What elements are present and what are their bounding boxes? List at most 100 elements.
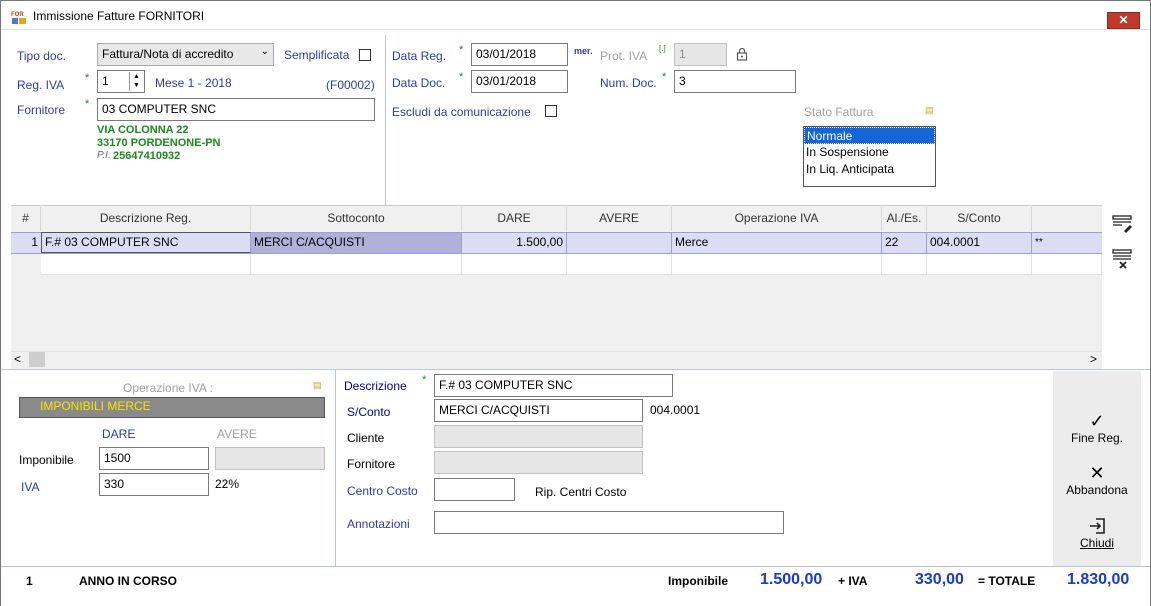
cliente-label: Cliente: [347, 431, 385, 445]
empty-cell[interactable]: [41, 254, 251, 275]
footer-totale-label: = TOTALE: [978, 574, 1036, 588]
col-header-num[interactable]: #: [11, 207, 41, 231]
annotazioni-input[interactable]: [434, 511, 784, 534]
scroll-left-icon[interactable]: <: [14, 352, 21, 366]
iva-percent: 22%: [215, 477, 240, 491]
tipo-doc-value: Fattura/Nota di accredito: [102, 47, 234, 61]
col-header-dare[interactable]: DARE: [462, 207, 567, 231]
fornitore-lower-input[interactable]: [434, 451, 643, 474]
chiudi-button[interactable]: Chiudi: [1053, 516, 1141, 550]
title-bar: FOR Immissione Fatture FORNITORI ✕: [1, 1, 1150, 30]
data-doc-input[interactable]: 03/01/2018: [471, 70, 568, 93]
stato-fattura-list[interactable]: Normale In Sospensione In Liq. Anticipat…: [803, 126, 936, 187]
edit-row-icon[interactable]: [1112, 215, 1134, 233]
required-star: *: [85, 98, 90, 110]
stato-option-normale[interactable]: Normale: [804, 127, 935, 144]
sconto-code: 004.0001: [650, 403, 701, 417]
col-header-sconto[interactable]: S/Conto: [927, 207, 1032, 231]
footer-imponibile-label: Imponibile: [668, 574, 728, 588]
cell-dare[interactable]: 1.500,00: [462, 233, 567, 253]
prot-iva-input[interactable]: 1: [674, 43, 727, 66]
imponibile-dare-input[interactable]: 1500: [99, 447, 209, 470]
imponibile-label: Imponibile: [19, 453, 74, 467]
divider: [335, 370, 336, 566]
check-icon: ✓: [1089, 411, 1105, 431]
empty-cell[interactable]: [927, 254, 1032, 275]
footer-imponibile-value: 1.500,00: [760, 571, 823, 588]
required-star: *: [459, 44, 464, 56]
required-star: *: [422, 374, 427, 386]
fornitore-code: (F00002): [326, 78, 375, 92]
footer-iva-label: + IVA: [838, 574, 868, 588]
num-doc-input[interactable]: 3: [674, 70, 796, 93]
cell-aliquota[interactable]: 22: [882, 233, 927, 253]
data-reg-label: Data Reg.: [392, 49, 447, 63]
stato-fattura-label: Stato Fattura: [804, 105, 874, 119]
empty-cell[interactable]: [462, 254, 567, 275]
close-icon: ✕: [1089, 463, 1105, 483]
delete-row-icon[interactable]: [1112, 249, 1134, 269]
bracket-icon: [.]: [659, 44, 666, 53]
descrizione-input[interactable]: F.# 03 COMPUTER SNC: [434, 374, 673, 397]
scroll-right-icon[interactable]: >: [1090, 352, 1097, 366]
avere-label: AVERE: [217, 427, 257, 441]
stato-option-sospensione[interactable]: In Sospensione: [804, 144, 935, 161]
reg-iva-label: Reg. IVA: [17, 78, 65, 92]
mese-text: Mese 1 - 2018: [155, 76, 232, 90]
num-doc-label: Num. Doc.: [600, 76, 657, 90]
empty-cell[interactable]: [882, 254, 927, 275]
row-number: 1: [31, 235, 38, 249]
col-header-aliquota[interactable]: Al./Es.: [882, 207, 927, 231]
required-star: *: [85, 72, 90, 84]
horizontal-scrollbar[interactable]: [11, 351, 1102, 368]
empty-cell[interactable]: [672, 254, 882, 275]
imponibile-avere-input[interactable]: [215, 447, 325, 470]
col-header-descrizione[interactable]: Descrizione Reg.: [41, 207, 251, 231]
stato-option-liq-anticipata[interactable]: In Liq. Anticipata: [804, 161, 935, 178]
reg-iva-value: 1: [102, 74, 109, 88]
cell-sottoconto[interactable]: MERCI C/ACQUISTI: [251, 233, 462, 253]
cell-operazione[interactable]: Merce: [672, 233, 882, 253]
fine-reg-button[interactable]: ✓ Fine Reg.: [1053, 411, 1141, 445]
footer-iva-value: 330,00: [915, 571, 964, 588]
cell-descrizione[interactable]: F.# 03 COMPUTER SNC: [41, 232, 251, 253]
iva-label: IVA: [21, 480, 40, 494]
piva-value: 25647410932: [113, 150, 181, 162]
escludi-checkbox[interactable]: [545, 105, 557, 117]
cell-sconto[interactable]: 004.0001: [927, 233, 1032, 253]
centro-costo-input[interactable]: [434, 478, 515, 501]
fornitore-lower-label: Fornitore: [347, 457, 396, 471]
annotazioni-label: Annotazioni: [347, 517, 410, 531]
descrizione-label: Descrizione: [344, 379, 407, 393]
sconto-label: S/Conto: [347, 405, 391, 419]
fornitore-input[interactable]: 03 COMPUTER SNC: [97, 98, 375, 121]
cliente-input[interactable]: [434, 425, 643, 448]
required-star: *: [459, 71, 464, 83]
reg-iva-spinner[interactable]: 1 ▲ ▼: [97, 70, 145, 93]
col-header-avere[interactable]: AVERE: [567, 207, 672, 231]
scrollbar-thumb[interactable]: [29, 352, 45, 367]
data-reg-input[interactable]: 03/01/2018: [471, 43, 568, 66]
footer-totale-value: 1.830,00: [1067, 571, 1130, 588]
close-window-button[interactable]: ✕: [1107, 12, 1140, 29]
tipo-doc-select[interactable]: Fattura/Nota di accredito ⌄: [97, 43, 274, 66]
rip-centri-costo-link[interactable]: Rip. Centri Costo: [535, 485, 626, 499]
col-header-sottoconto[interactable]: Sottoconto: [251, 207, 462, 231]
required-star: *: [662, 71, 667, 83]
empty-cell[interactable]: [251, 254, 462, 275]
empty-cell[interactable]: [1032, 254, 1102, 275]
spinner-arrows-icon[interactable]: ▲ ▼: [129, 72, 143, 91]
dare-label: DARE: [102, 427, 136, 441]
tipo-doc-label: Tipo doc.: [17, 49, 66, 63]
empty-cell[interactable]: [567, 254, 672, 275]
lock-icon[interactable]: [736, 47, 748, 61]
cell-avere[interactable]: [567, 233, 672, 253]
semplificata-checkbox[interactable]: [359, 49, 371, 61]
col-header-operazione[interactable]: Operazione IVA: [672, 207, 882, 231]
note-icon: ▤: [925, 105, 934, 115]
iva-dare-input[interactable]: 330: [99, 473, 209, 496]
sconto-input[interactable]: MERCI C/ACQUISTI: [434, 399, 643, 422]
abbandona-button[interactable]: ✕ Abbandona: [1053, 463, 1141, 497]
operazione-iva-field[interactable]: IMPONIBILI MERCE: [19, 397, 325, 418]
address-line1: VIA COLONNA 22: [97, 124, 189, 136]
